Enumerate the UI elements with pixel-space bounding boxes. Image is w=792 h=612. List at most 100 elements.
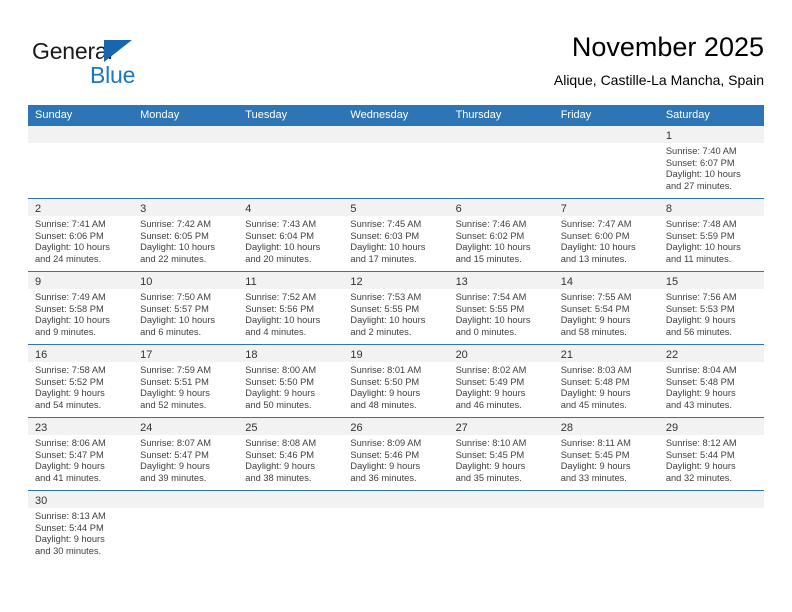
calendar-day-cell[interactable]: 27 Sunrise: 8:10 AM Sunset: 5:45 PM Dayligh…	[448, 418, 554, 490]
day-details: Sunrise: 8:11 AM Sunset: 5:45 PM Daylight:…	[554, 435, 659, 488]
day-number: 21	[560, 349, 573, 361]
day-detail-line: and 46 minutes.	[455, 399, 522, 410]
calendar-day-cell[interactable]: 13 Sunrise: 7:54 AM Sunset: 5:55 PM Dayligh…	[448, 272, 554, 344]
calendar-day-cell[interactable]: 11 Sunrise: 7:52 AM Sunset: 5:56 PM Dayligh…	[238, 272, 344, 344]
day-detail-line: Sunrise: 7:50 AM	[140, 292, 211, 302]
day-detail-line: Sunset: 5:50 PM	[245, 376, 315, 387]
calendar-empty-cell	[448, 491, 554, 563]
calendar-grid: Sunday Monday Tuesday Wednesday Thursday Frid…	[28, 105, 764, 563]
day-number: 15	[665, 276, 679, 288]
day-detail-line: Sunset: 5:57 PM	[140, 303, 209, 314]
calendar-day-cell[interactable]: 14 Sunrise: 7:55 AM Sunset: 5:54 PM Dayligh…	[553, 272, 659, 344]
day-details: Sunrise: 7:54 AM Sunset: 5:55 PM Daylight:…	[449, 289, 554, 342]
weekday-header-sunday: Sunday	[35, 109, 73, 121]
day-detail-line: Daylight: 9 hours	[245, 388, 316, 399]
day-detail-line: Sunset: 5:44 PM	[35, 522, 104, 533]
weekday-header-thursday: Thursday	[455, 109, 502, 121]
calendar-day-cell[interactable]: 5 Sunrise: 7:45 AM Sunset: 6:03 PM Daylight…	[343, 199, 449, 271]
day-number-strip: 2	[28, 199, 134, 216]
day-detail-line: Sunrise: 8:06 AM	[35, 438, 106, 448]
day-detail-line: Sunrise: 8:13 AM	[35, 511, 106, 521]
day-number-strip: 6	[448, 199, 554, 216]
day-number-strip	[448, 491, 554, 508]
day-details: Sunrise: 7:55 AM Sunset: 5:54 PM Daylight:…	[554, 289, 659, 342]
day-detail-line: Sunrise: 7:49 AM	[35, 292, 106, 302]
calendar-day-cell[interactable]: 24 Sunrise: 8:07 AM Sunset: 5:47 PM Dayligh…	[133, 418, 239, 490]
day-number-strip: 21	[553, 345, 659, 362]
day-detail-line: Sunset: 5:49 PM	[455, 376, 525, 387]
day-detail-line: Sunrise: 7:55 AM	[560, 292, 632, 302]
day-detail-line: Sunset: 5:45 PM	[560, 449, 630, 460]
calendar-day-cell[interactable]: 26 Sunrise: 8:09 AM Sunset: 5:46 PM Dayligh…	[343, 418, 449, 490]
calendar-day-cell[interactable]: 6 Sunrise: 7:46 AM Sunset: 6:02 PM Daylight…	[448, 199, 554, 271]
day-detail-line: Sunrise: 8:00 AM	[245, 365, 317, 375]
day-detail-line: Daylight: 9 hours	[245, 461, 316, 472]
calendar-day-cell[interactable]: 18 Sunrise: 8:00 AM Sunset: 5:50 PM Dayligh…	[238, 345, 344, 417]
day-detail-line: Daylight: 9 hours	[140, 388, 210, 399]
page-title: November 2025	[571, 32, 764, 62]
day-detail-line: and 50 minutes.	[245, 399, 312, 410]
day-detail-line: Sunset: 5:58 PM	[35, 303, 104, 314]
calendar-day-cell[interactable]: 17 Sunrise: 7:59 AM Sunset: 5:51 PM Dayligh…	[133, 345, 239, 417]
calendar-empty-cell	[133, 126, 239, 198]
day-number-strip: 15	[658, 272, 764, 289]
calendar-day-cell[interactable]: 4 Sunrise: 7:43 AM Sunset: 6:04 PM Daylight…	[238, 199, 344, 271]
calendar-day-cell[interactable]: 30 Sunrise: 8:13 AM Sunset: 5:44 PM Dayligh…	[28, 491, 134, 563]
day-detail-line: Daylight: 10 hours	[350, 242, 426, 253]
calendar-day-cell[interactable]: 1 Sunrise: 7:40 AM Sunset: 6:07 PM Daylight…	[658, 126, 764, 198]
calendar-day-cell[interactable]: 7 Sunrise: 7:47 AM Sunset: 6:00 PM Daylight…	[553, 199, 659, 271]
calendar-day-cell[interactable]: 3 Sunrise: 7:42 AM Sunset: 6:05 PM Daylight…	[133, 199, 239, 271]
calendar-week-row: 9 Sunrise: 7:49 AM Sunset: 5:58 PM Daylight…	[28, 271, 764, 344]
calendar-day-cell[interactable]: 21 Sunrise: 8:03 AM Sunset: 5:48 PM Dayligh…	[553, 345, 659, 417]
day-details: Sunrise: 7:50 AM Sunset: 5:57 PM Daylight:…	[133, 289, 238, 342]
day-number-strip: 3	[133, 199, 239, 216]
day-detail-line: Daylight: 9 hours	[560, 388, 631, 399]
calendar-day-cell[interactable]: 19 Sunrise: 8:01 AM Sunset: 5:50 PM Dayligh…	[343, 345, 449, 417]
calendar-day-cell[interactable]: 23 Sunrise: 8:06 AM Sunset: 5:47 PM Dayligh…	[28, 418, 134, 490]
calendar-day-cell[interactable]: 22 Sunrise: 8:04 AM Sunset: 5:48 PM Dayligh…	[658, 345, 764, 417]
day-number-strip: 26	[343, 418, 449, 435]
day-details: Sunrise: 7:49 AM Sunset: 5:58 PM Daylight:…	[28, 289, 133, 342]
day-detail-line: and 27 minutes.	[665, 180, 732, 191]
day-detail-line: Daylight: 9 hours	[665, 461, 736, 472]
day-details: Sunrise: 7:41 AM Sunset: 6:06 PM Daylight:…	[28, 216, 133, 269]
day-number-strip: 29	[658, 418, 764, 435]
day-number: 13	[455, 276, 468, 288]
day-detail-line: Sunrise: 7:56 AM	[665, 292, 737, 302]
calendar-day-cell[interactable]: 2 Sunrise: 7:41 AM Sunset: 6:06 PM Daylight…	[28, 199, 134, 271]
day-detail-line: Sunset: 5:51 PM	[140, 376, 209, 387]
day-detail-line: Sunset: 5:47 PM	[140, 449, 209, 460]
day-number-strip: 19	[343, 345, 449, 362]
calendar-empty-cell	[28, 126, 134, 198]
calendar-day-cell[interactable]: 28 Sunrise: 8:11 AM Sunset: 5:45 PM Dayligh…	[553, 418, 659, 490]
day-number-strip	[658, 491, 764, 508]
calendar-day-cell[interactable]: 25 Sunrise: 8:08 AM Sunset: 5:46 PM Dayligh…	[238, 418, 344, 490]
day-detail-line: Sunrise: 7:45 AM	[350, 219, 422, 229]
day-number: 19	[350, 349, 363, 361]
calendar-day-cell[interactable]: 10 Sunrise: 7:50 AM Sunset: 5:57 PM Dayligh…	[133, 272, 239, 344]
day-detail-line: Sunrise: 7:58 AM	[35, 365, 106, 375]
calendar-day-cell[interactable]: 16 Sunrise: 7:58 AM Sunset: 5:52 PM Dayligh…	[28, 345, 134, 417]
day-detail-line: Sunset: 5:46 PM	[350, 449, 420, 460]
day-detail-line: Sunrise: 7:47 AM	[560, 219, 632, 229]
calendar-week-row: 1 Sunrise: 7:40 AM Sunset: 6:07 PM Daylight…	[28, 126, 764, 198]
day-number-strip	[238, 491, 344, 508]
calendar-week-row: 30 Sunrise: 8:13 AM Sunset: 5:44 PM Dayligh…	[28, 490, 764, 563]
day-number: 6	[455, 203, 462, 215]
day-detail-line: Sunset: 5:46 PM	[245, 449, 315, 460]
day-detail-line: and 43 minutes.	[665, 399, 732, 410]
calendar-day-cell[interactable]: 20 Sunrise: 8:02 AM Sunset: 5:49 PM Dayligh…	[448, 345, 554, 417]
calendar-day-cell[interactable]: 9 Sunrise: 7:49 AM Sunset: 5:58 PM Daylight…	[28, 272, 134, 344]
logo-text-blue: Blue	[90, 62, 136, 88]
day-detail-line: and 22 minutes.	[140, 253, 207, 264]
day-details: Sunrise: 8:00 AM Sunset: 5:50 PM Daylight:…	[238, 362, 343, 415]
day-detail-line: Sunset: 5:47 PM	[35, 449, 104, 460]
calendar-day-cell[interactable]: 29 Sunrise: 8:12 AM Sunset: 5:44 PM Dayligh…	[658, 418, 764, 490]
calendar-day-cell[interactable]: 8 Sunrise: 7:48 AM Sunset: 5:59 PM Daylight…	[658, 199, 764, 271]
day-detail-line: Daylight: 9 hours	[455, 461, 526, 472]
day-detail-line: Daylight: 9 hours	[350, 461, 421, 472]
calendar-empty-cell	[553, 126, 659, 198]
day-detail-line: and 39 minutes.	[140, 472, 207, 483]
calendar-day-cell[interactable]: 15 Sunrise: 7:56 AM Sunset: 5:53 PM Dayligh…	[658, 272, 764, 344]
calendar-day-cell[interactable]: 12 Sunrise: 7:53 AM Sunset: 5:55 PM Dayligh…	[343, 272, 449, 344]
